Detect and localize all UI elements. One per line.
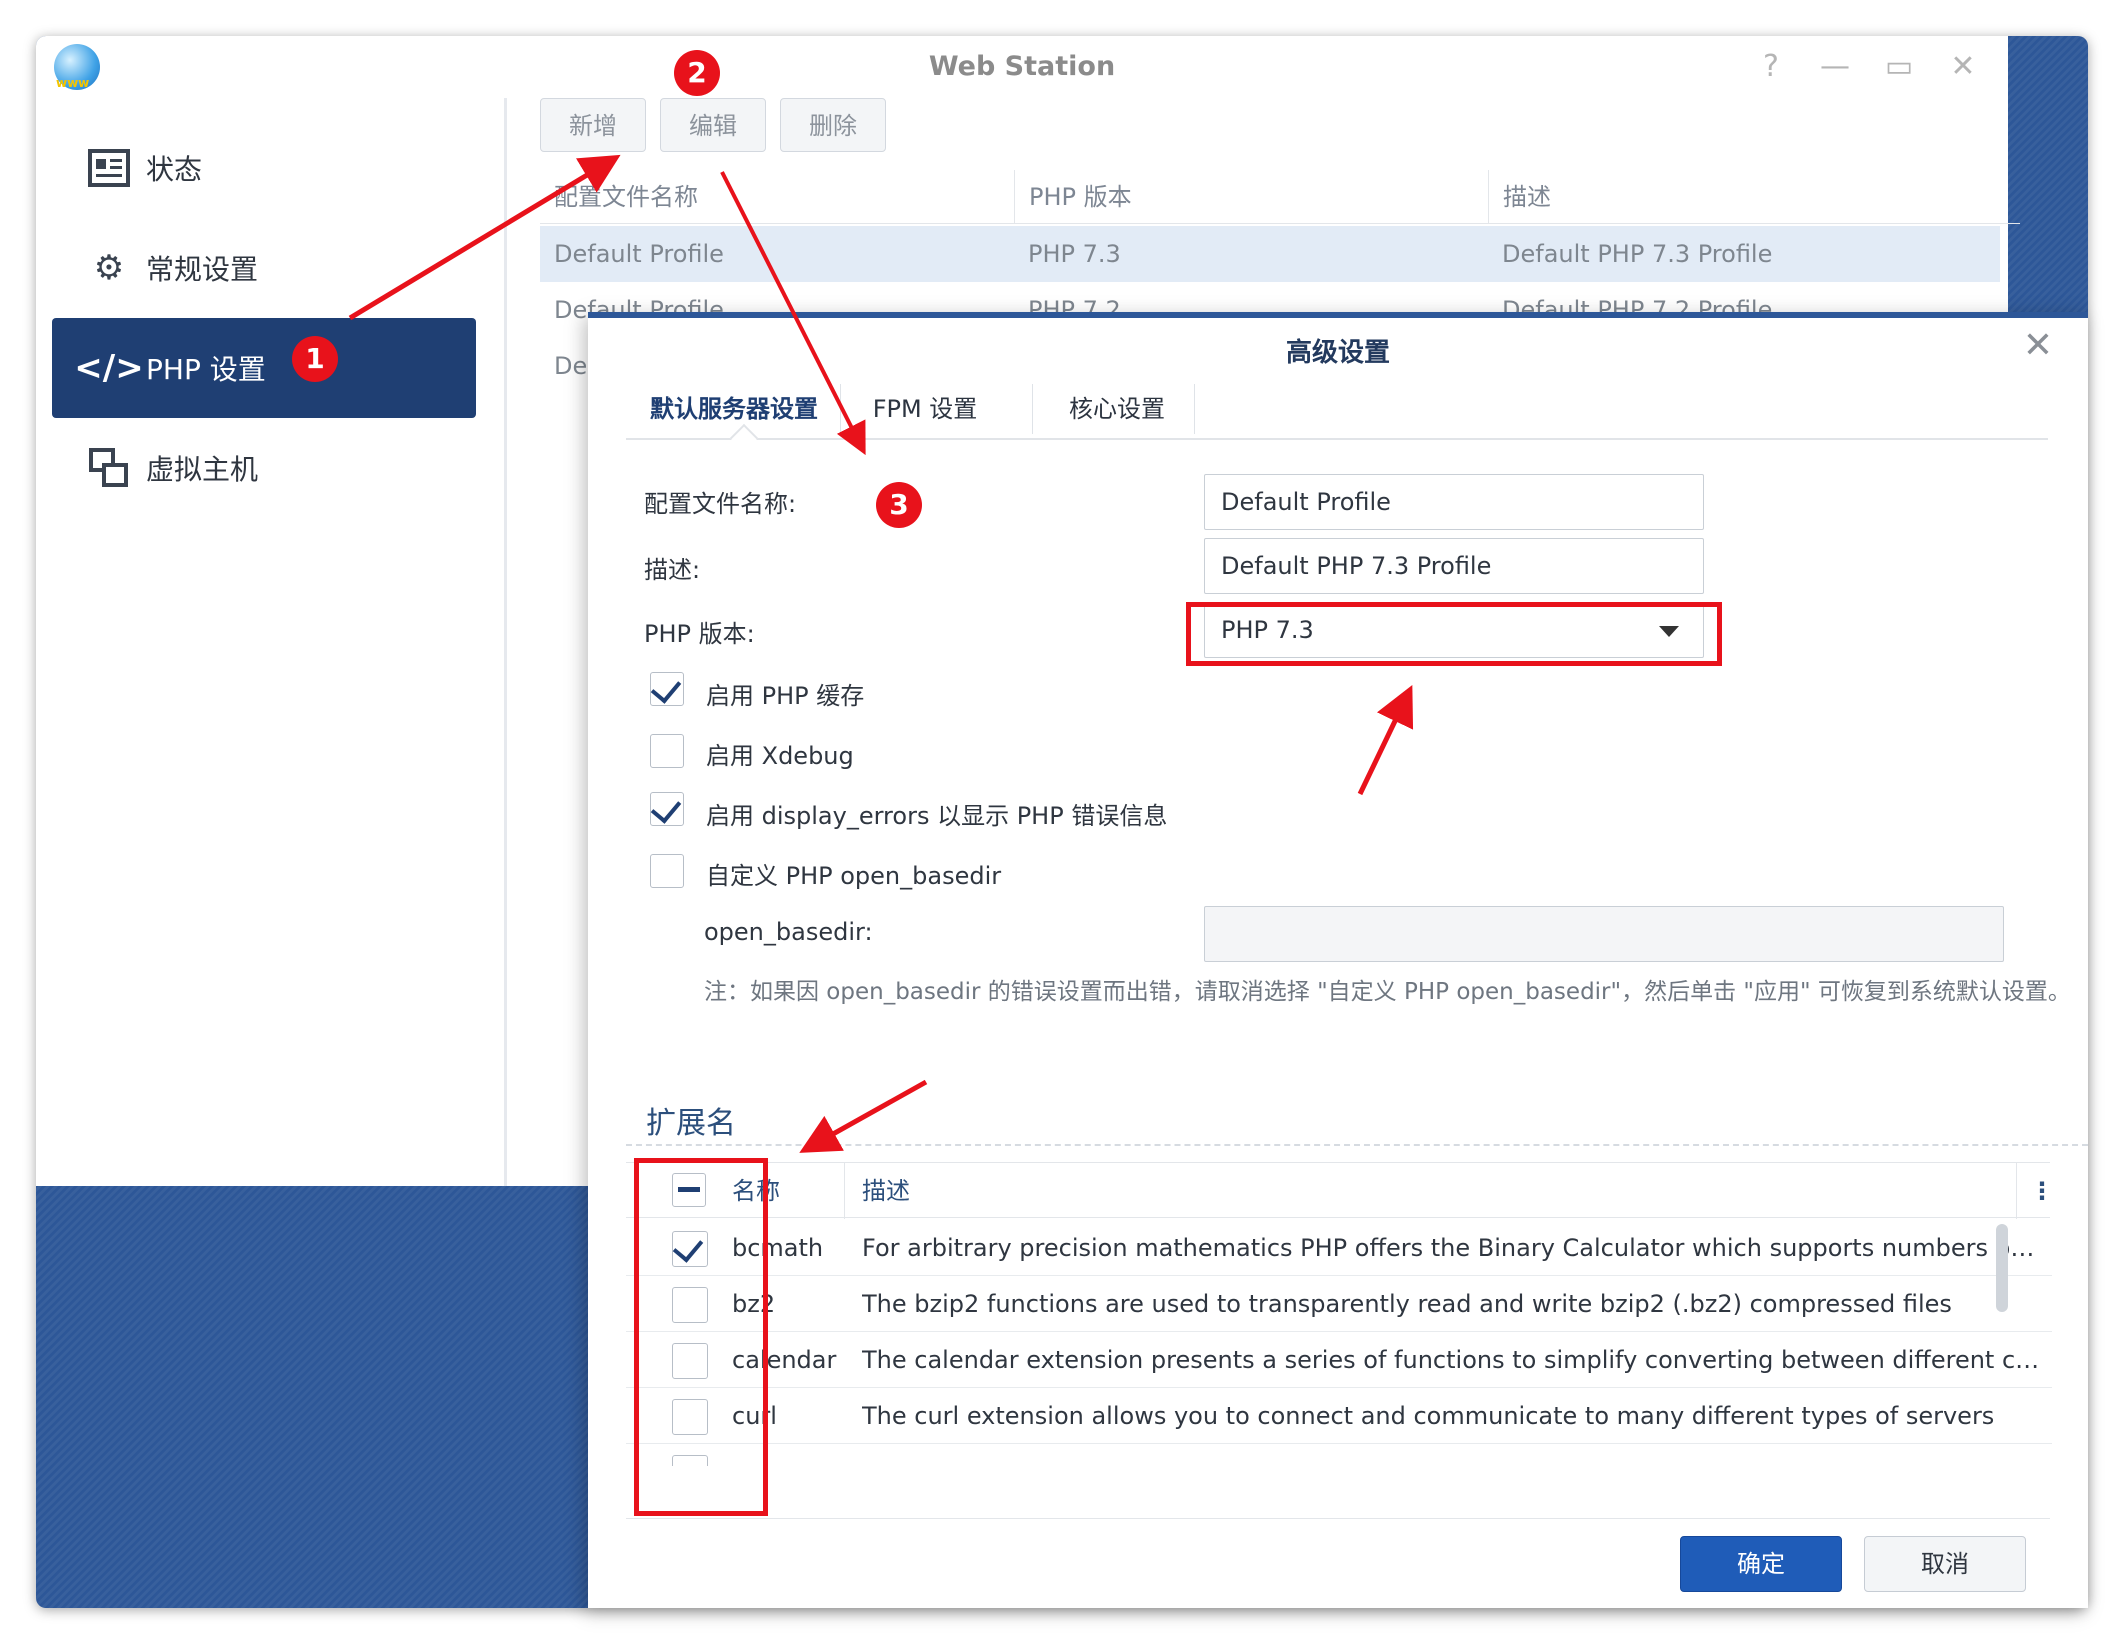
- extensions-bottom-border: [626, 1518, 2050, 1519]
- sidebar-item-label: 状态: [146, 153, 203, 186]
- open-basedir-note: 注：如果因 open_basedir 的错误设置而出错，请取消选择 "自定义 P…: [704, 979, 2071, 1005]
- profile-name-label: 配置文件名称:: [644, 490, 797, 518]
- gear-icon: ⚙: [93, 248, 125, 288]
- dialog-title: 高级设置: [1285, 338, 1390, 368]
- enable-display-errors-label: 启用 display_errors 以显示 PHP 错误信息: [706, 802, 1168, 830]
- step-badge-3: 3: [876, 482, 922, 528]
- window-title: Web Station: [928, 51, 1116, 82]
- column-header-desc[interactable]: 描述: [862, 1163, 910, 1219]
- delete-button[interactable]: 删除: [780, 98, 886, 152]
- extension-desc: For arbitrary precision mathematics PHP …: [862, 1234, 2042, 1262]
- profile-name-input[interactable]: Default Profile: [1204, 474, 1704, 530]
- description-input[interactable]: Default PHP 7.3 Profile: [1204, 538, 1704, 594]
- column-header-description[interactable]: 描述: [1488, 170, 1551, 224]
- cancel-button[interactable]: 取消: [1864, 1536, 2026, 1592]
- profile-name: Default Profile: [554, 240, 724, 268]
- step-badge-1: 1: [292, 336, 338, 382]
- extension-desc: The bzip2 functions are used to transpar…: [862, 1290, 1952, 1318]
- profile-name: De: [554, 352, 588, 380]
- sidebar-item-virtual-host[interactable]: 虚拟主机: [52, 418, 476, 518]
- extension-checkbox-highlight-box: [634, 1158, 768, 1516]
- sidebar-divider: [504, 98, 507, 1186]
- sidebar-item-label: 虚拟主机: [146, 453, 259, 486]
- custom-open-basedir-checkbox[interactable]: [650, 854, 684, 888]
- column-menu-icon[interactable]: ⋮: [2030, 1163, 2054, 1219]
- php-version-label: PHP 版本:: [644, 620, 755, 648]
- enable-display-errors-checkbox[interactable]: [650, 792, 684, 826]
- sidebar-item-label: PHP 设置: [146, 353, 266, 386]
- extension-desc: The calendar extension presents a series…: [862, 1346, 2042, 1374]
- profile-version: PHP 7.3: [1028, 240, 1121, 268]
- section-divider: [626, 1144, 2088, 1146]
- ok-button[interactable]: 确定: [1680, 1536, 1842, 1592]
- advanced-settings-dialog: 高级设置 ✕ 默认服务器设置 FPM 设置 核心设置 配置文件名称: Defau…: [588, 312, 2088, 1608]
- sidebar-item-status[interactable]: 状态: [52, 118, 476, 218]
- dialog-top-border: [588, 312, 2088, 318]
- extension-row[interactable]: curl The curl extension allows you to co…: [626, 1388, 2052, 1444]
- open-basedir-label: open_basedir:: [704, 918, 873, 946]
- minimize-icon[interactable]: —: [1818, 50, 1852, 84]
- tab-separator: [840, 384, 841, 434]
- enable-xdebug-label: 启用 Xdebug: [706, 742, 854, 770]
- column-header-php-version[interactable]: PHP 版本: [1014, 170, 1132, 224]
- enable-php-cache-label: 启用 PHP 缓存: [706, 682, 865, 710]
- sidebar: 状态 ⚙ 常规设置 </> PHP 设置 虚拟主机: [36, 98, 506, 1186]
- sidebar-item-php-settings[interactable]: </> PHP 设置: [52, 318, 476, 418]
- edit-button[interactable]: 编辑: [660, 98, 766, 152]
- column-separator: [844, 1163, 845, 1219]
- maximize-icon[interactable]: ▭: [1882, 50, 1916, 84]
- virtual-host-icon: [86, 445, 132, 491]
- tab-underline: [626, 438, 2048, 440]
- extension-row[interactable]: bcmath For arbitrary precision mathemati…: [626, 1220, 2052, 1276]
- column-header-profile-name[interactable]: 配置文件名称: [540, 170, 698, 224]
- enable-php-cache-checkbox[interactable]: [650, 672, 684, 706]
- profile-list-header: 配置文件名称 PHP 版本 描述: [540, 170, 2020, 224]
- close-icon[interactable]: ✕: [1946, 50, 1980, 84]
- tab-separator: [1194, 384, 1195, 434]
- extension-row-partial[interactable]: [626, 1444, 2052, 1466]
- extension-row[interactable]: calendar The calendar extension presents…: [626, 1332, 2052, 1388]
- code-brackets-icon: </>: [74, 348, 144, 388]
- column-separator: [2016, 1163, 2017, 1219]
- description-label: 描述:: [644, 556, 701, 584]
- sidebar-item-label: 常规设置: [146, 253, 259, 286]
- step-badge-2: 2: [674, 50, 720, 96]
- extensions-section-title: 扩展名: [646, 1106, 736, 1141]
- extensions-table-header: 名称 描述 ⋮: [626, 1162, 2054, 1219]
- help-icon[interactable]: ?: [1754, 50, 1788, 84]
- extension-row[interactable]: bz2 The bzip2 functions are used to tran…: [626, 1276, 2052, 1332]
- tab-core-settings[interactable]: 核心设置: [1034, 380, 1200, 438]
- profile-desc: Default PHP 7.3 Profile: [1502, 240, 1773, 268]
- tab-default-server-settings[interactable]: 默认服务器设置: [628, 380, 840, 438]
- add-button[interactable]: 新增: [540, 98, 646, 152]
- custom-open-basedir-label: 自定义 PHP open_basedir: [706, 862, 1002, 890]
- tab-separator: [1032, 384, 1033, 434]
- php-version-highlight-box: [1186, 602, 1722, 666]
- open-basedir-input[interactable]: [1204, 906, 2004, 962]
- enable-xdebug-checkbox[interactable]: [650, 734, 684, 768]
- extension-desc: The curl extension allows you to connect…: [862, 1402, 1995, 1430]
- tab-fpm-settings[interactable]: FPM 设置: [842, 380, 1008, 438]
- dialog-close-icon[interactable]: ✕: [2018, 326, 2058, 366]
- extensions-scrollbar[interactable]: [1996, 1224, 2008, 1312]
- sidebar-item-general-settings[interactable]: ⚙ 常规设置: [52, 218, 476, 318]
- profile-row[interactable]: Default Profile PHP 7.3 Default PHP 7.3 …: [540, 226, 2000, 282]
- status-card-icon: [86, 145, 132, 191]
